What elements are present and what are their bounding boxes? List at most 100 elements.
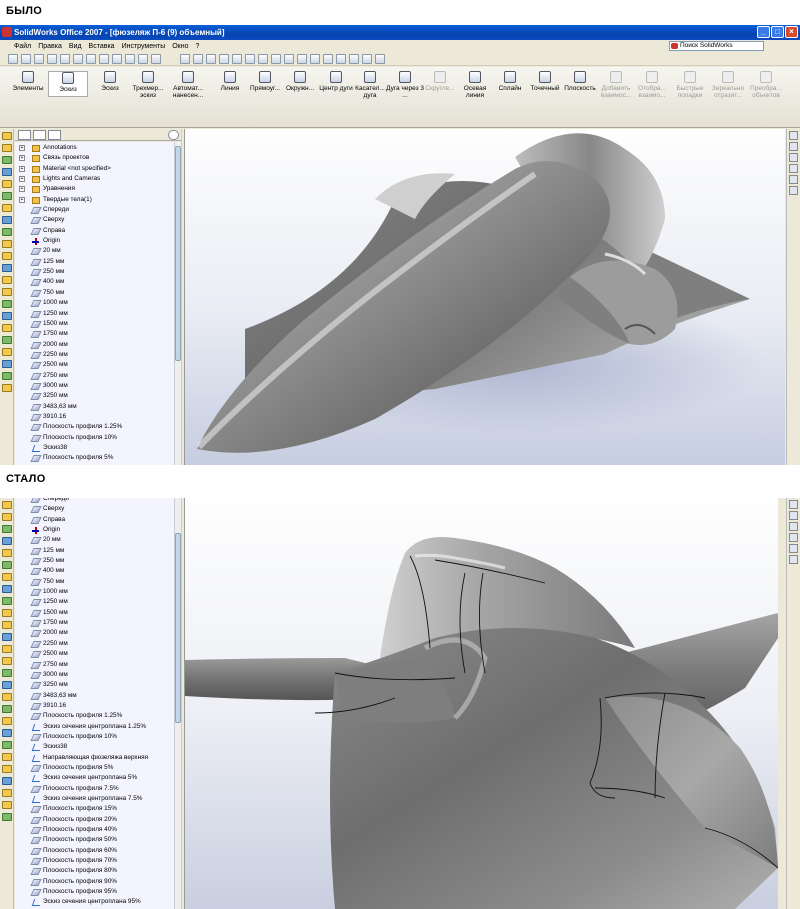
tree-item[interactable]: 20 мм [15,535,174,545]
tree-item[interactable]: 1250 мм [15,597,174,607]
rib-icon[interactable] [2,669,12,677]
select-icon[interactable] [138,54,148,64]
menu-item[interactable]: Инструменты [122,43,166,50]
dimension-icon[interactable] [2,561,12,569]
fillet-tool-icon[interactable] [2,252,12,260]
feature-icon[interactable] [2,513,12,521]
sheet-metal-icon[interactable] [2,360,12,368]
tree-item[interactable]: 1250 мм [15,309,174,319]
photo-icon[interactable] [2,801,12,809]
undo-icon[interactable] [112,54,122,64]
tree-item[interactable]: Эскиз сечения центроплана 7.5% [15,794,174,804]
tree-item[interactable]: + Связь проектов [15,153,174,163]
sheet-metal-icon[interactable] [2,729,12,737]
menu-item[interactable]: ? [196,43,200,50]
loft-icon[interactable] [2,228,12,236]
minimize-button[interactable]: _ [757,26,770,38]
rib-icon[interactable] [2,300,12,308]
cmd-add-relation-button[interactable]: Добавить взаимос... [596,71,636,99]
fillet-tool-icon[interactable] [2,621,12,629]
design-library-icon[interactable] [789,511,798,520]
cmd-tangent-arc-button[interactable]: Касател... дуга [350,71,390,99]
tree-item[interactable]: 400 мм [15,277,174,287]
resources-icon[interactable] [789,131,798,140]
cmd-sketch-button[interactable]: Эскиз [48,71,88,97]
cmd-fillet-button[interactable]: Скругле... [420,71,460,92]
tree-item[interactable]: Справа [15,515,174,525]
routing-icon[interactable] [2,777,12,785]
tree-item[interactable]: 125 мм [15,546,174,556]
menu-item[interactable]: Файл [14,43,31,50]
plane-tool-icon[interactable] [2,549,12,557]
cmd-rectangle-button[interactable]: Прямоуг... [245,71,285,92]
tree-item[interactable]: Плоскость профиля 50% [15,835,174,845]
tree-item[interactable]: Плоскость профиля 40% [15,825,174,835]
search-pane-icon[interactable] [789,533,798,542]
tree-item[interactable]: Справа [15,226,174,236]
curve-icon[interactable] [2,705,12,713]
expand-icon[interactable]: + [19,176,25,183]
tree-item[interactable]: Спереди [15,205,174,215]
design-library-icon[interactable] [789,142,798,151]
tree-item[interactable]: Эскиз сечения центроплана 95% [15,897,174,907]
tree-item[interactable]: Плоскость профиля 1.25% [15,422,174,432]
expand-pane-icon[interactable] [168,130,179,140]
cmd-line-button[interactable]: Линия [210,71,250,92]
revolve-icon[interactable] [2,585,12,593]
cmd-spline-button[interactable]: Сплайн [490,71,530,92]
sweep-icon[interactable] [2,240,12,248]
view-icon[interactable] [2,537,12,545]
tree-scrollbar[interactable] [174,142,181,465]
tree-item[interactable]: 1000 мм [15,298,174,308]
tree-item[interactable]: Плоскость профиля 60% [15,846,174,856]
extrude-icon[interactable] [2,204,12,212]
revolve-icon[interactable] [2,216,12,224]
cmd-circle-button[interactable]: Окружн... [280,71,320,92]
open-icon[interactable] [21,54,31,64]
configuration-manager-tab-icon[interactable] [48,130,61,140]
tree-item[interactable]: 3483,63 мм [15,691,174,701]
draft-icon[interactable] [2,681,12,689]
shadows-icon[interactable] [349,54,359,64]
shaded-icon[interactable] [310,54,320,64]
toolbox-icon[interactable] [2,789,12,797]
menu-item[interactable]: Вставка [89,43,115,50]
menu-item[interactable]: Правка [38,43,62,50]
tree-item[interactable]: 2750 мм [15,660,174,670]
section-view-icon[interactable] [336,54,346,64]
analysis-icon[interactable] [2,765,12,773]
wireframe-icon[interactable] [284,54,294,64]
shell-icon[interactable] [2,264,12,272]
appearances-icon[interactable] [789,555,798,564]
expand-icon[interactable]: + [19,186,25,193]
tree-item[interactable]: Плоскость профиля 5% [15,453,174,463]
tree-item[interactable]: Плоскость профиля 1.25% [15,711,174,721]
tree-item[interactable]: Эскиз сечения центроплана 1.25% [15,722,174,732]
tree-item[interactable]: 3910.16 [15,701,174,711]
pattern-icon[interactable] [2,657,12,665]
tree-item[interactable]: Плоскость профиля 10% [15,732,174,742]
tree-item[interactable]: + Annotations [15,143,174,153]
pattern-icon[interactable] [2,288,12,296]
plane-tool-icon[interactable] [2,180,12,188]
view-palette-icon[interactable] [789,544,798,553]
tree-item[interactable]: 3483,63 мм [15,402,174,412]
tree-item[interactable]: Эскиз38 [15,742,174,752]
feature-icon[interactable] [2,144,12,152]
sketch-tool-icon[interactable] [2,525,12,533]
redo-icon[interactable] [125,54,135,64]
tree-item[interactable]: 250 мм [15,267,174,277]
tree-item[interactable]: Плоскость профиля 10% [15,433,174,443]
tree-item[interactable]: 1750 мм [15,618,174,628]
mold-icon[interactable] [2,753,12,761]
cmd-quick-snaps-button[interactable]: Быстрые попадки [670,71,710,99]
zoom-fit-icon[interactable] [219,54,229,64]
shell-icon[interactable] [2,633,12,641]
tree-item[interactable]: Сверху [15,504,174,514]
surface-icon[interactable] [2,693,12,701]
reference-icon[interactable] [2,717,12,725]
sketch-tool-icon[interactable] [2,156,12,164]
cut-icon[interactable] [73,54,83,64]
print-preview-icon[interactable] [60,54,70,64]
cmd-3d-sketch-button[interactable]: Трехмер... эскиз [128,71,168,99]
